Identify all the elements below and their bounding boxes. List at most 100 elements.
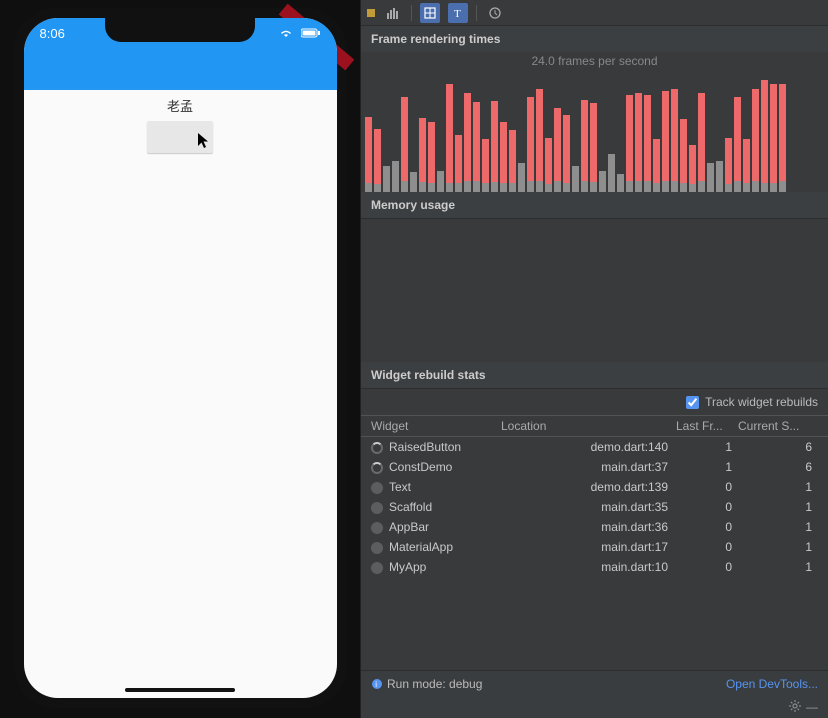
idle-dot-icon (371, 502, 383, 514)
frame-bar[interactable] (779, 84, 786, 192)
timeline-icon[interactable] (485, 3, 505, 23)
track-rebuilds-checkbox[interactable] (686, 396, 699, 409)
frame-bar[interactable] (545, 138, 552, 192)
status-icons (275, 26, 321, 90)
frame-bar[interactable] (662, 91, 669, 192)
frame-bar[interactable] (536, 89, 543, 192)
frame-section-title: Frame rendering times (361, 26, 828, 52)
frame-bar[interactable] (527, 97, 534, 192)
status-time: 8:06 (40, 26, 65, 90)
idle-dot-icon (371, 542, 383, 554)
frame-bar[interactable] (491, 101, 498, 192)
gear-icon[interactable] (788, 699, 802, 716)
svg-text:i: i (375, 680, 377, 689)
frame-bar[interactable] (500, 122, 507, 192)
frame-bar[interactable] (419, 118, 426, 192)
frame-bar[interactable] (644, 95, 651, 192)
frame-bar[interactable] (509, 130, 516, 192)
collapse-icon[interactable]: — (806, 700, 818, 714)
frame-bar[interactable] (410, 172, 417, 192)
gear-bar: — (361, 696, 828, 718)
idle-dot-icon (371, 562, 383, 574)
frame-bar[interactable] (572, 166, 579, 192)
table-row[interactable]: Textdemo.dart:13901 (361, 477, 828, 497)
flutter-performance-panel: T Frame rendering times 24.0 frames per … (360, 0, 828, 718)
notch (105, 18, 255, 42)
frame-bar[interactable] (437, 171, 444, 192)
memory-usage-chart[interactable] (361, 218, 828, 362)
frame-bar[interactable] (680, 119, 687, 192)
frame-bar[interactable] (383, 166, 390, 192)
frame-bar[interactable] (599, 171, 606, 192)
frame-bar[interactable] (653, 139, 660, 192)
idle-dot-icon (371, 482, 383, 494)
frame-bar[interactable] (635, 93, 642, 192)
table-row[interactable]: MaterialAppmain.dart:1701 (361, 537, 828, 557)
frame-bar[interactable] (446, 84, 453, 192)
idle-dot-icon (371, 522, 383, 534)
frame-rendering-chart[interactable]: 24.0 frames per second (361, 52, 828, 192)
wifi-icon (279, 26, 297, 41)
open-devtools-link[interactable]: Open DevTools... (726, 677, 818, 691)
frame-bar[interactable] (761, 80, 768, 192)
frame-bar[interactable] (770, 84, 777, 192)
battery-icon (301, 26, 321, 41)
frame-bar[interactable] (455, 135, 462, 192)
run-mode-label: Run mode: debug (387, 677, 482, 691)
devtools-footer: i Run mode: debug Open DevTools... (361, 670, 828, 696)
frame-bar[interactable] (482, 139, 489, 192)
app-body: 老孟 (24, 90, 337, 153)
col-current: Current S... (738, 419, 818, 433)
frame-bar[interactable] (554, 108, 561, 192)
frame-bar[interactable] (518, 163, 525, 192)
frame-bar[interactable] (698, 93, 705, 192)
home-indicator (125, 688, 235, 692)
frame-bar[interactable] (671, 89, 678, 192)
frame-bar[interactable] (563, 115, 570, 192)
frame-bar[interactable] (608, 154, 615, 192)
svg-text:T: T (454, 8, 461, 20)
frame-chart-tab-icon[interactable] (383, 3, 403, 23)
layout-explorer-icon[interactable] (420, 3, 440, 23)
col-widget: Widget (371, 419, 501, 433)
frame-bar[interactable] (464, 93, 471, 192)
frame-bar[interactable] (716, 161, 723, 192)
frame-bar[interactable] (392, 161, 399, 192)
frame-bar[interactable] (626, 95, 633, 192)
info-icon: i (371, 678, 383, 690)
phone-frame: DEBUG 8:06 老孟 (14, 8, 347, 708)
frame-bar[interactable] (743, 139, 750, 192)
table-row[interactable]: Scaffoldmain.dart:3501 (361, 497, 828, 517)
frame-bar[interactable] (365, 117, 372, 192)
frame-bar[interactable] (725, 138, 732, 192)
frame-bar[interactable] (752, 89, 759, 192)
fps-label: 24.0 frames per second (361, 54, 828, 68)
table-row[interactable]: AppBarmain.dart:3601 (361, 517, 828, 537)
table-row[interactable]: RaisedButtondemo.dart:14016 (361, 437, 828, 457)
table-row[interactable]: MyAppmain.dart:1001 (361, 557, 828, 577)
phone-screen[interactable]: 8:06 老孟 (24, 18, 337, 698)
text-widget: 老孟 (24, 96, 337, 115)
frame-bar[interactable] (581, 100, 588, 192)
frame-bar[interactable] (473, 102, 480, 192)
frame-bar[interactable] (401, 97, 408, 192)
spinner-icon (371, 462, 383, 474)
frame-bar[interactable] (617, 174, 624, 192)
ios-simulator: DEBUG 8:06 老孟 (0, 0, 360, 718)
stats-table-body: RaisedButtondemo.dart:14016ConstDemomain… (361, 437, 828, 577)
frame-bar[interactable] (590, 103, 597, 192)
frame-bar[interactable] (374, 129, 381, 192)
warning-indicator-icon (367, 9, 375, 17)
table-row[interactable]: ConstDemomain.dart:3716 (361, 457, 828, 477)
widget-rebuild-stats: Track widget rebuilds Widget Location La… (361, 388, 828, 670)
chart-bars (361, 74, 828, 192)
text-baseline-icon[interactable]: T (448, 3, 468, 23)
track-rebuilds-label: Track widget rebuilds (705, 395, 818, 409)
frame-bar[interactable] (428, 122, 435, 192)
frame-bar[interactable] (689, 145, 696, 192)
toolbar-separator (411, 5, 412, 21)
frame-bar[interactable] (707, 163, 714, 192)
stats-section-title: Widget rebuild stats (361, 362, 828, 388)
col-location: Location (501, 419, 676, 433)
frame-bar[interactable] (734, 97, 741, 192)
